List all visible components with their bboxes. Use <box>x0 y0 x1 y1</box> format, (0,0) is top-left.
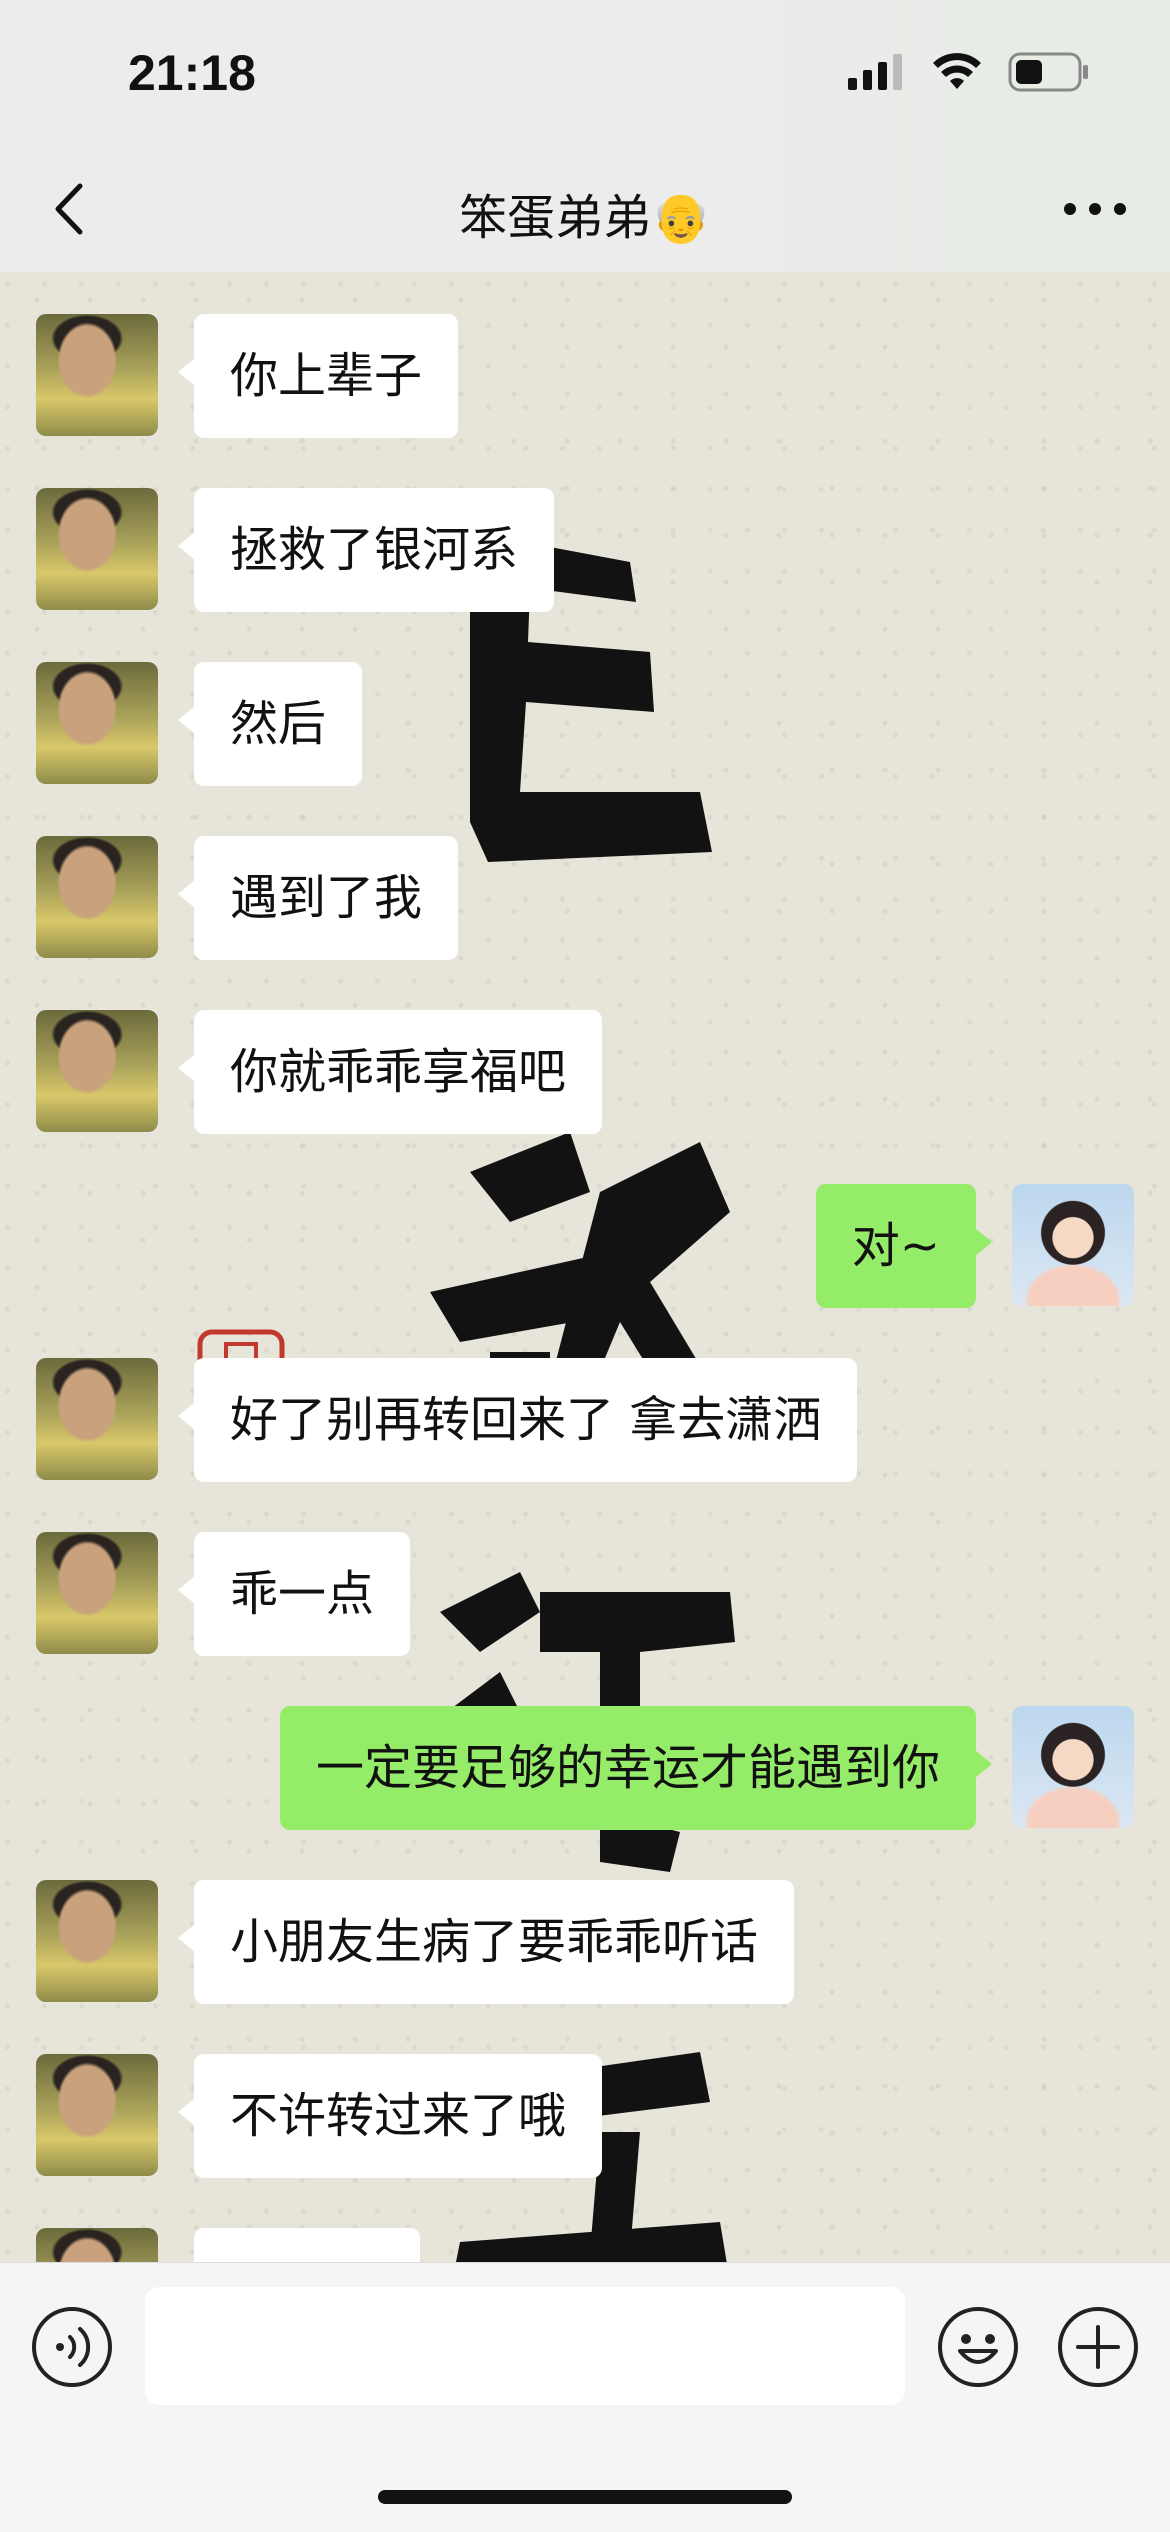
contact-avatar[interactable] <box>36 1358 158 1480</box>
contact-avatar[interactable] <box>36 1532 158 1654</box>
message-row <box>36 2228 420 2262</box>
contact-avatar[interactable] <box>36 314 158 436</box>
wifi-icon <box>933 53 981 89</box>
status-bar: 21:18 <box>0 0 1170 150</box>
nav-bar: 笨蛋弟弟👴 <box>0 150 1170 272</box>
message-row: 小朋友生病了要乖乖听话 <box>36 1880 795 2004</box>
more-dots-icon[interactable] <box>1060 184 1130 234</box>
message-row: 好了别再转回来了 拿去潇洒 <box>36 1358 858 1482</box>
contact-avatar[interactable] <box>36 2228 158 2262</box>
message-bubble[interactable]: 乖一点 <box>177 1532 411 1656</box>
message-bubble[interactable]: 一定要足够的幸运才能遇到你 <box>279 1706 993 1830</box>
message-bubble[interactable]: 遇到了我 <box>177 836 459 960</box>
message-bubble[interactable]: 拯救了银河系 <box>177 488 555 612</box>
my-avatar[interactable] <box>1012 1706 1134 1828</box>
emoji-icon[interactable] <box>936 2305 1020 2389</box>
message-bubble[interactable]: 然后 <box>177 662 363 786</box>
message-bubble[interactable]: 你就乖乖享福吧 <box>177 1010 603 1134</box>
message-bubble[interactable]: 对~ <box>815 1184 993 1308</box>
signal-icon <box>848 54 902 90</box>
message-row: 然后 <box>36 662 363 786</box>
message-row: 对~ <box>815 1184 1134 1308</box>
message-row: 拯救了银河系 <box>36 488 555 612</box>
message-row: 遇到了我 <box>36 836 459 960</box>
message-bubble[interactable]: 不许转过来了哦 <box>177 2054 603 2178</box>
message-bubble[interactable]: 小朋友生病了要乖乖听话 <box>177 1880 795 2004</box>
message-row: 不许转过来了哦 <box>36 2054 603 2178</box>
message-input[interactable] <box>145 2287 905 2405</box>
message-row: 你上辈子 <box>36 314 459 438</box>
message-row: 乖一点 <box>36 1532 411 1656</box>
voice-icon[interactable] <box>30 2305 114 2389</box>
contact-avatar[interactable] <box>36 2054 158 2176</box>
contact-avatar[interactable] <box>36 662 158 784</box>
contact-avatar[interactable] <box>36 1010 158 1132</box>
home-indicator[interactable] <box>378 2490 792 2504</box>
status-icons <box>848 52 1090 92</box>
status-time: 21:18 <box>128 45 256 101</box>
contact-avatar[interactable] <box>36 836 158 958</box>
plus-icon[interactable] <box>1056 2305 1140 2389</box>
chat-area[interactable]: 你上辈子 拯救了银河系 然后 遇到了我 你就乖乖享福吧 对~ 好了别再转回来了 … <box>0 272 1170 2262</box>
message-bubble[interactable] <box>194 2228 420 2262</box>
chat-title: 笨蛋弟弟👴 <box>459 190 711 246</box>
contact-avatar[interactable] <box>36 488 158 610</box>
message-row: 一定要足够的幸运才能遇到你 <box>279 1706 1134 1830</box>
battery-icon <box>1008 52 1088 92</box>
contact-avatar[interactable] <box>36 1880 158 2002</box>
message-bubble[interactable]: 好了别再转回来了 拿去潇洒 <box>177 1358 858 1482</box>
my-avatar[interactable] <box>1012 1184 1134 1306</box>
message-row: 你就乖乖享福吧 <box>36 1010 603 1134</box>
message-bubble[interactable]: 你上辈子 <box>177 314 459 438</box>
